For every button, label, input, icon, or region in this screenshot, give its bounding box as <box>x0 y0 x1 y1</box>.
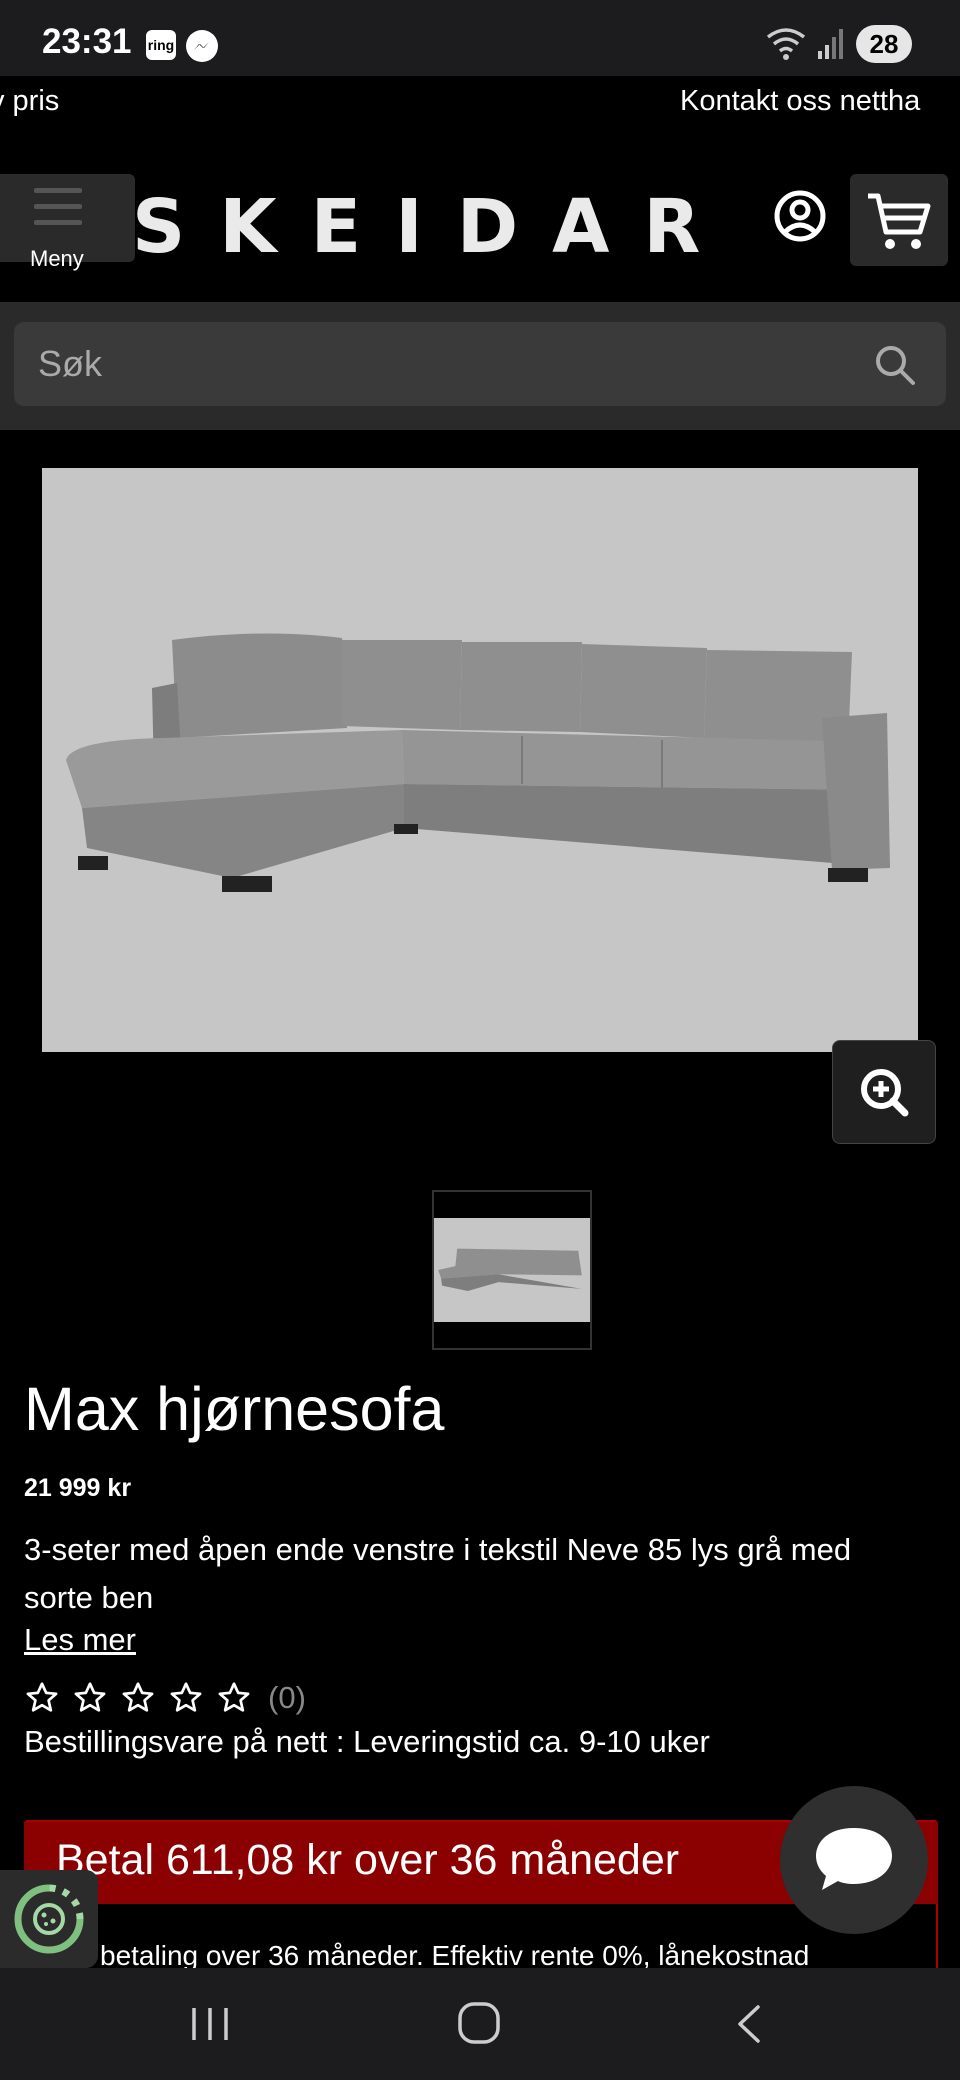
chat-button[interactable] <box>780 1786 928 1934</box>
search-icon[interactable] <box>872 342 918 388</box>
read-more-link[interactable]: Les mer <box>24 1622 136 1658</box>
home-icon[interactable] <box>456 2000 502 2046</box>
cart-icon <box>868 193 931 249</box>
product-thumbnail[interactable] <box>432 1190 592 1350</box>
battery-indicator: 28 <box>856 25 912 63</box>
site-header: Meny SKEIDAR <box>0 126 960 302</box>
zoom-button[interactable] <box>832 1040 936 1144</box>
star-outline-icon <box>122 1682 154 1712</box>
payment-headline: Betal 611,08 kr over 36 måneder <box>56 1836 680 1884</box>
status-indicators: 28 <box>766 24 912 64</box>
cookie-settings-button[interactable] <box>0 1870 98 1968</box>
search-bar <box>0 302 960 430</box>
product-description: 3-seter med åpen ende venstre i tekstil … <box>24 1532 852 1615</box>
status-time: 23:31 <box>42 22 132 61</box>
hamburger-icon <box>34 188 82 236</box>
product-title: Max hjørnesofa <box>24 1375 445 1443</box>
cart-button[interactable] <box>850 174 948 266</box>
promo-banner: v pris Kontakt oss nettha <box>0 76 960 126</box>
menu-label[interactable]: Meny <box>30 246 84 272</box>
back-icon[interactable] <box>734 2004 764 2044</box>
promo-text-left: v pris <box>0 85 60 117</box>
sofa-illustration <box>66 633 890 892</box>
delivery-info: Bestillingsvare på nett : Leveringstid c… <box>24 1724 710 1759</box>
messenger-icon <box>186 30 218 62</box>
search-input[interactable] <box>14 322 874 406</box>
thumbnail-image <box>434 1218 590 1322</box>
system-nav-bar <box>0 1968 960 2080</box>
product-rating[interactable]: (0) <box>24 1676 306 1720</box>
account-button[interactable] <box>770 186 830 246</box>
status-bar: 23:31 ring 28 <box>0 0 960 76</box>
site-logo[interactable]: SKEIDAR <box>132 184 734 270</box>
wifi-icon <box>766 28 806 60</box>
star-outline-icon <box>218 1682 250 1712</box>
signal-icon <box>818 29 843 59</box>
cookie-settings-icon <box>14 1884 84 1954</box>
recents-icon[interactable] <box>190 2006 230 2042</box>
search-field[interactable] <box>14 322 946 406</box>
product-image[interactable] <box>42 468 918 1052</box>
ring-app-icon: ring <box>146 30 176 60</box>
product-price: 21 999 kr <box>24 1474 132 1502</box>
promo-text-right[interactable]: Kontakt oss nettha <box>680 76 920 126</box>
rating-count: (0) <box>268 1680 306 1715</box>
account-circle-icon <box>774 190 826 242</box>
chat-bubble-icon <box>816 1828 892 1890</box>
star-outline-icon <box>74 1682 106 1712</box>
star-outline-icon <box>170 1682 202 1712</box>
star-outline-icon <box>26 1682 58 1712</box>
zoom-in-icon <box>861 1069 909 1117</box>
